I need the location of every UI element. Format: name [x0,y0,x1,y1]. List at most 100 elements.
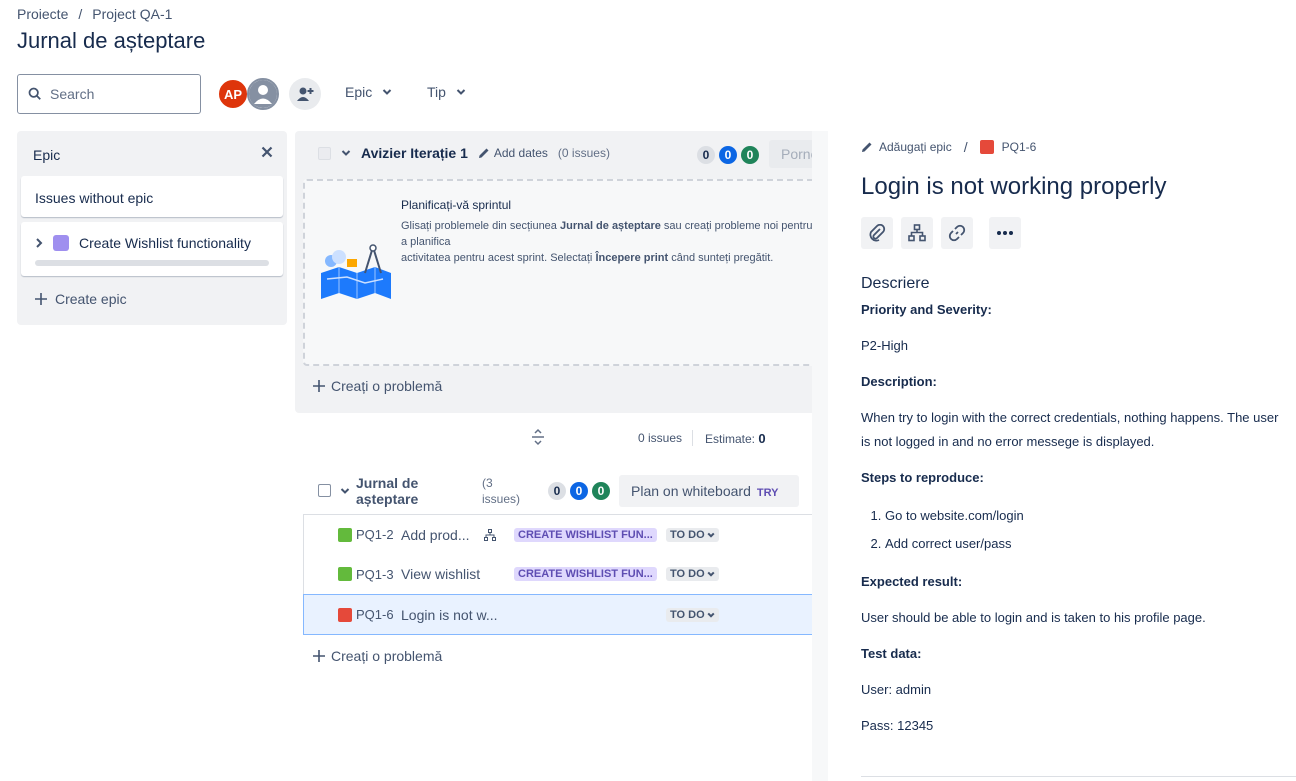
story-icon [338,527,352,542]
sprint-issue-count: (0 issues) [557,146,610,160]
issue-row-pq1-3[interactable]: PQ1-3 View wishlist CREATE WISHLIST FUN.… [303,554,815,595]
done-count: 0 [592,482,610,500]
expected-value: User should be able to login and is take… [861,610,1206,625]
backlog-create-issue-button[interactable]: Creați o problemă [313,648,442,664]
sprint-checkbox[interactable] [318,146,331,160]
description-value: When try to login with the correct crede… [861,410,1279,449]
priority-value: P2-High [861,338,908,353]
priority-label: Priority and Severity: [861,302,992,317]
more-actions-button[interactable] [989,217,1021,249]
epic-item-create-wishlist[interactable]: Create Wishlist functionality [21,222,283,276]
search-input[interactable] [50,86,190,102]
issue-summary: View wishlist [401,566,481,582]
start-sprint-button[interactable]: Porne [769,140,812,168]
attach-button[interactable] [861,217,893,249]
chevron-down-icon[interactable] [340,486,350,496]
test-user: User: admin [861,682,932,697]
chevron-down-icon [456,89,466,95]
status-dropdown[interactable]: TO DO [666,607,719,622]
issue-detail-panel: Adăugați epic / PQ1-6 Login is not worki… [829,130,1296,781]
epic-filter[interactable]: Epic [345,84,392,100]
panel-resize-divider[interactable] [812,131,828,781]
issue-key[interactable]: PQ1-6 [356,607,394,622]
search-icon [28,87,41,100]
backlog-checkbox[interactable] [318,484,331,497]
plan-sprint-description: Glisați problemele din secțiunea Jurnal … [401,220,812,264]
avatar-ap[interactable]: AP [217,78,249,110]
add-people-button[interactable] [289,78,321,110]
create-epic-button[interactable]: Create epic [35,291,127,307]
breadcrumb-separator: / [78,6,83,22]
more-icon [997,231,1013,235]
description-label: Description: [861,374,937,389]
detail-divider [861,776,1296,777]
status-dropdown[interactable]: TO DO [666,567,719,581]
sprint-drop-zone[interactable] [303,179,812,366]
sprint-name: Avizier Iterație 1 [361,145,468,161]
step-item: Add correct user/pass [885,530,1286,558]
type-filter-label: Tip [427,84,446,100]
epic-item-label: Create Wishlist functionality [79,235,251,251]
step-item: Go to website.com/login [885,502,1286,530]
backlog-status-counts: 0 0 0 [548,482,610,500]
backlog-name: Jurnal de așteptare [356,475,419,507]
issue-row-pq1-2[interactable]: PQ1-2 Add prod... CREATE WISHLIST FUN...… [303,514,815,555]
drag-handle-icon[interactable] [530,428,546,446]
add-dates-label: Add dates [493,146,548,160]
backlog-issue-count: (3 issues) [482,476,521,506]
chevron-down-icon [383,89,392,95]
done-count: 0 [741,146,759,164]
try-badge: TRY [756,487,779,499]
todo-count: 0 [697,146,715,164]
issues-without-epic[interactable]: Issues without epic [21,176,283,217]
description-heading: Descriere [861,275,930,292]
story-icon [338,567,352,581]
epic-lozenge[interactable]: CREATE WISHLIST FUN... [514,567,657,581]
chevron-down-icon[interactable] [341,148,351,158]
chevron-right-icon[interactable] [35,238,43,248]
pencil-icon [862,142,872,152]
search-box[interactable] [17,74,201,114]
steps-label: Steps to reproduce: [861,470,984,485]
breadcrumb-projects-link[interactable]: Proiecte [17,6,68,22]
add-epic-button[interactable]: Adăugați epic [861,140,952,154]
detail-issue-key[interactable]: PQ1-6 [1002,140,1037,154]
issue-row-pq1-6[interactable]: PQ1-6 Login is not w... TO DO [303,594,815,635]
sprint-planning-illustration [321,244,391,299]
sprint-container: Avizier Iterație 1 Add dates (0 issues) … [295,131,812,413]
plus-icon [313,650,325,662]
epic-filter-label: Epic [345,84,373,100]
detail-breadcrumb: Adăugați epic / PQ1-6 [861,139,1036,155]
sprint-create-issue-button[interactable]: Creați o problemă [313,378,442,394]
page-title: Jurnal de așteptare [17,28,206,53]
bug-icon [338,607,352,622]
backlog-header: Jurnal de așteptare (3 issues) 0 0 0 Pla… [318,474,818,514]
status-dropdown[interactable]: TO DO [666,527,719,542]
breadcrumb-project-link[interactable]: Project QA-1 [92,6,172,22]
issue-key[interactable]: PQ1-3 [356,567,394,582]
sprint-summary: 0 issues Estimate: 0 [525,428,815,448]
issue-key[interactable]: PQ1-2 [356,527,394,542]
summary-separator [692,430,693,446]
breadcrumb: Proiecte / Project QA-1 [17,6,172,22]
description-body[interactable]: Priority and Severity: P2-High Descripti… [861,298,1286,750]
sprint-create-issue-label: Creați o problemă [331,378,443,394]
in-progress-count: 0 [570,482,588,500]
chevron-down-icon [707,612,715,618]
child-issue-button[interactable] [901,217,933,249]
close-epic-panel-button[interactable] [261,145,273,163]
plan-on-whiteboard-button[interactable]: Plan on whiteboard TRY [619,475,799,507]
epic-lozenge[interactable]: CREATE WISHLIST FUN... [514,527,657,542]
type-filter[interactable]: Tip [427,84,466,100]
epic-progress-bar [35,260,269,266]
test-data-label: Test data: [861,646,922,661]
child-issues-icon[interactable] [484,528,496,541]
user-icon [249,80,277,108]
todo-count: 0 [548,482,566,500]
avatar-unassigned[interactable] [247,78,279,110]
issue-title[interactable]: Login is not working properly [861,173,1167,201]
sprint-summary-estimate: Estimate: 0 [705,431,766,446]
issue-summary: Add prod... [401,526,470,543]
add-dates-button[interactable]: Add dates [478,146,548,160]
link-issue-button[interactable] [941,217,973,249]
